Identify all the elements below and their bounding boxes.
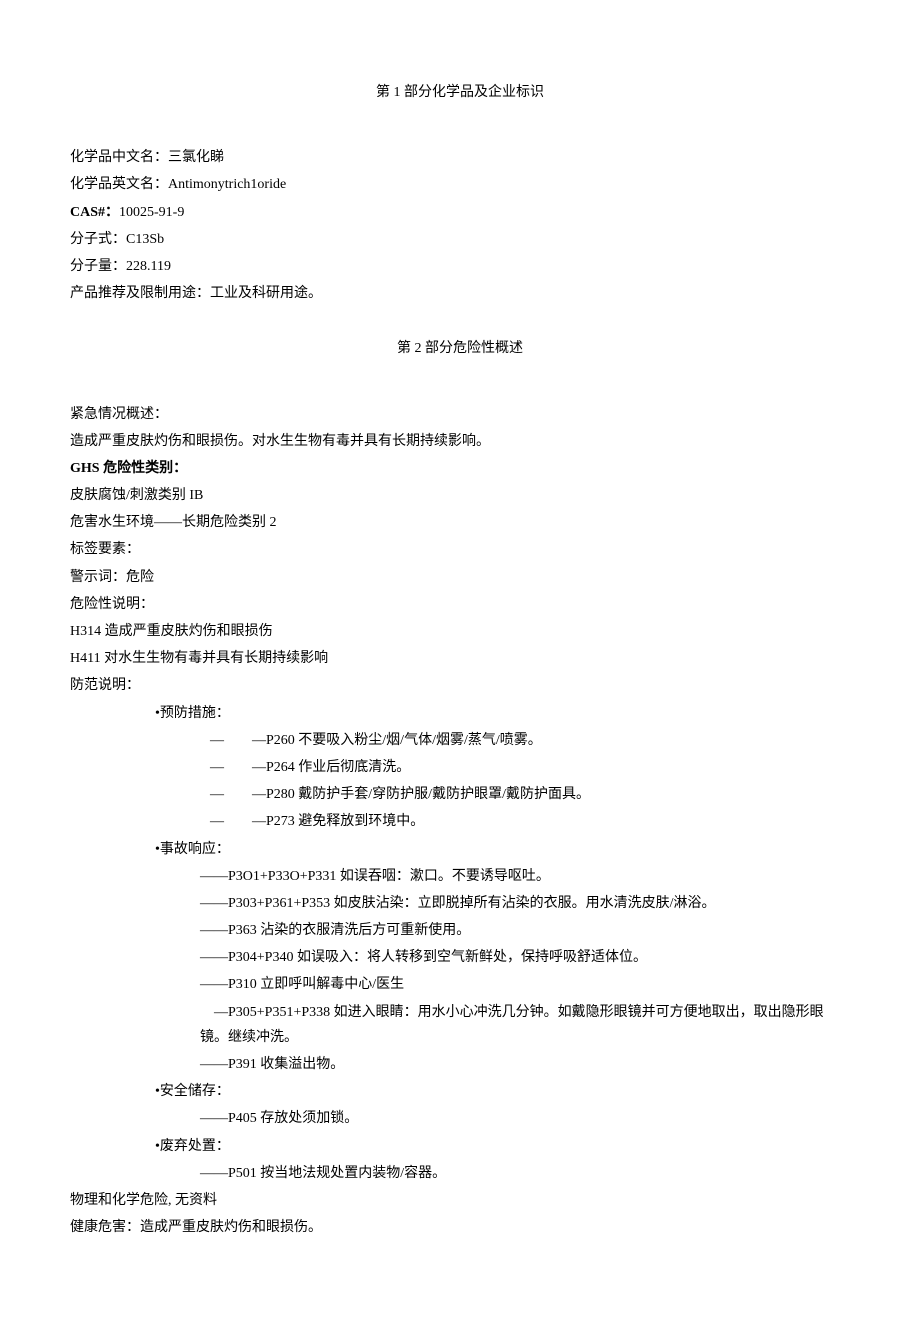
physical-chemical-hazard: 物理和化学危险, 无资料 [70, 1188, 850, 1213]
cas-value: 10025-91-9 [119, 205, 184, 220]
section-1-title: 第 1 部分化学品及企业标识 [70, 80, 850, 105]
ghs-line-2: 危害水生环境——长期危险类别 2 [70, 510, 850, 535]
ghs-label: GHS 危险性类别： [70, 456, 850, 481]
prevention-item: — —P260 不要吸入粉尘/烟/气体/烟雾/蒸气/喷雾。 [70, 728, 850, 753]
prevention-item: — —P280 戴防护手套/穿防护服/戴防护眼罩/戴防护面具。 [70, 782, 850, 807]
storage-item: ——P405 存放处须加锁。 [70, 1106, 850, 1131]
response-item: ——P304+P340 如误吸入：将人转移到空气新鲜处，保持呼吸舒适体位。 [70, 945, 850, 970]
prevention-item: — —P273 避免释放到环境中。 [70, 809, 850, 834]
chemical-name-cn: 化学品中文名：三氯化睇 [70, 145, 850, 170]
response-title: •事故响应： [70, 837, 850, 862]
disposal-title: •废弃处置： [70, 1134, 850, 1159]
h411: H411 对水生生物有毒并具有长期持续影响 [70, 646, 850, 671]
prevention-item: — —P264 作业后彻底清洗。 [70, 755, 850, 780]
disposal-item: ——P501 按当地法规处置内装物/容器。 [70, 1161, 850, 1186]
response-item: ——P363 沾染的衣服清洗后方可重新使用。 [70, 918, 850, 943]
health-hazard: 健康危害：造成严重皮肤灼伤和眼损伤。 [70, 1215, 850, 1240]
h314: H314 造成严重皮肤灼伤和眼损伤 [70, 619, 850, 644]
section-2-title: 第 2 部分危险性概述 [70, 336, 850, 361]
emergency-label: 紧急情况概述： [70, 402, 850, 427]
storage-title: •安全储存： [70, 1079, 850, 1104]
prevention-title: •预防措施： [70, 701, 850, 726]
response-item: —P305+P351+P338 如进入眼睛：用水小心冲洗几分钟。如戴隐形眼镜并可… [70, 1000, 850, 1050]
response-item: ——P3O1+P33O+P331 如误吞咽：漱口。不要诱导呕吐。 [70, 864, 850, 889]
label-elements: 标签要素： [70, 537, 850, 562]
molecular-weight: 分子量：228.119 [70, 254, 850, 279]
response-item: ——P310 立即呼叫解毒中心/医生 [70, 972, 850, 997]
hazard-statement-label: 危险性说明： [70, 592, 850, 617]
precaution-label: 防范说明： [70, 673, 850, 698]
emergency-text: 造成严重皮肤灼伤和眼损伤。对水生生物有毒并具有长期持续影响。 [70, 429, 850, 454]
chemical-name-en: 化学品英文名：Antimonytrich1oride [70, 172, 850, 197]
molecular-formula: 分子式：C13Sb [70, 227, 850, 252]
cas-number: CAS#：10025-91-9 [70, 200, 850, 225]
usage: 产品推荐及限制用途：工业及科研用途。 [70, 281, 850, 306]
signal-word: 警示词：危险 [70, 565, 850, 590]
cas-label: CAS#： [70, 205, 119, 220]
response-item: ——P303+P361+P353 如皮肤沾染：立即脱掉所有沾染的衣服。用水清洗皮… [70, 891, 850, 916]
ghs-line-1: 皮肤腐蚀/刺激类别 IB [70, 483, 850, 508]
response-item: ——P391 收集溢出物。 [70, 1052, 850, 1077]
